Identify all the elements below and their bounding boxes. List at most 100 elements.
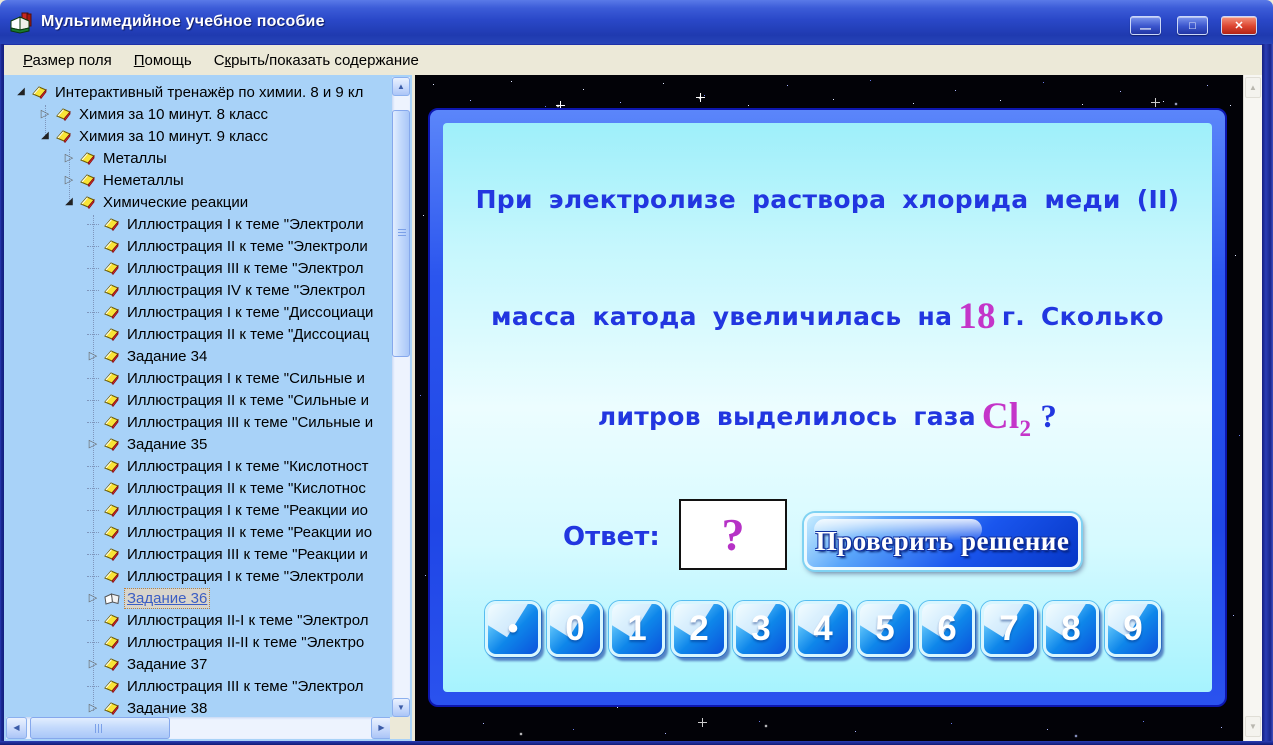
tree-item-label[interactable]: Интерактивный тренажёр по химии. 8 и 9 к… (53, 83, 365, 102)
tree-item-label[interactable]: Иллюстрация IV к теме "Электрол (125, 281, 367, 300)
tree-item-label[interactable]: Иллюстрация I к теме "Электроли (125, 215, 366, 234)
tree-item[interactable]: Иллюстрация I к теме "Электроли (6, 213, 390, 235)
tree-expander-icon[interactable]: ▷ (86, 437, 100, 451)
tree-item-label[interactable]: Иллюстрация III к теме "Электрол (125, 677, 366, 696)
tree-item-label[interactable]: Иллюстрация II к теме "Диссоциац (125, 325, 371, 344)
tree-item[interactable]: Иллюстрация II к теме "Реакции ио (6, 521, 390, 543)
tree-item-label[interactable]: Иллюстрация II к теме "Электроли (125, 237, 370, 256)
tree-item-label[interactable]: Химия за 10 минут. 8 класс (77, 105, 270, 124)
tree-expander-icon[interactable]: ▷ (86, 591, 100, 605)
scroll-down-button[interactable]: ▼ (1245, 716, 1261, 737)
stage-vertical-scrollbar[interactable]: ▲ ▼ (1243, 75, 1262, 741)
keypad-digit-0-button[interactable]: 0 (547, 601, 603, 657)
tree-item-label[interactable]: Иллюстрация I к теме "Сильные и (125, 369, 367, 388)
keypad-digit-1-button[interactable]: 1 (609, 601, 665, 657)
tree-expander-icon[interactable]: ▷ (86, 657, 100, 671)
answer-input[interactable]: ? (679, 499, 787, 570)
keypad-digit-2-button[interactable]: 2 (671, 601, 727, 657)
tree-vertical-scrollbar[interactable]: ▲ ▼ (392, 77, 410, 717)
tree-item-label[interactable]: Задание 35 (125, 435, 209, 454)
tree-item-label[interactable]: Задание 36 (123, 587, 211, 609)
tree-item[interactable]: Иллюстрация III к теме "Реакции и (6, 543, 390, 565)
tree-item-label[interactable]: Иллюстрация II к теме "Сильные и (125, 391, 371, 410)
tree-item[interactable]: ▷ Неметаллы (6, 169, 390, 191)
tree-item[interactable]: Иллюстрация II-II к теме "Электро (6, 631, 390, 653)
tree-item-label[interactable]: Задание 37 (125, 655, 209, 674)
tree-item[interactable]: Иллюстрация I к теме "Реакции ио (6, 499, 390, 521)
scroll-down-button[interactable]: ▼ (392, 698, 410, 717)
tree-expander-icon[interactable]: ◢ (62, 195, 76, 209)
tree-item-label[interactable]: Иллюстрация II-I к теме "Электрол (125, 611, 371, 630)
scroll-up-button[interactable]: ▲ (392, 77, 410, 96)
tree-item-label[interactable]: Иллюстрация II к теме "Реакции ио (125, 523, 374, 542)
keypad-digit-7-button[interactable]: 7 (981, 601, 1037, 657)
tree-item[interactable]: ◢ Химия за 10 минут. 9 класс (6, 125, 390, 147)
tree-item[interactable]: ▷ Металлы (6, 147, 390, 169)
tree-expander-icon[interactable]: ▷ (86, 701, 100, 715)
scroll-left-button[interactable]: ◀ (6, 717, 27, 739)
keypad-digit-5-button[interactable]: 5 (857, 601, 913, 657)
tree-item[interactable]: Иллюстрация III к теме "Сильные и (6, 411, 390, 433)
tree-item-label[interactable]: Иллюстрация II к теме "Кислотнос (125, 479, 368, 498)
tree-item-label[interactable]: Иллюстрация II-II к теме "Электро (125, 633, 366, 652)
tree-item-label[interactable]: Иллюстрация III к теме "Сильные и (125, 413, 375, 432)
tree-item[interactable]: ◢ Интерактивный тренажёр по химии. 8 и 9 … (6, 81, 390, 103)
tree-expander-icon[interactable]: ▷ (38, 107, 52, 121)
keypad-digit-3-button[interactable]: 3 (733, 601, 789, 657)
keypad-digit-9-button[interactable]: 9 (1105, 601, 1161, 657)
keypad-decimal-button[interactable]: • (485, 601, 541, 657)
tree-item-label[interactable]: Иллюстрация I к теме "Реакции ио (125, 501, 370, 520)
tree-item-label[interactable]: Металлы (101, 149, 169, 168)
tree-item-label[interactable]: Химия за 10 минут. 9 класс (77, 127, 270, 146)
maximize-button[interactable]: □ (1177, 16, 1208, 35)
tree-item[interactable]: Иллюстрация II к теме "Диссоциац (6, 323, 390, 345)
keypad-digit-6-button[interactable]: 6 (919, 601, 975, 657)
tree-item-label[interactable]: Неметаллы (101, 171, 186, 190)
menu-item-1[interactable]: Размер поля (12, 45, 123, 76)
title-bar[interactable]: Мультимедийное учебное пособие — □ ✕ (0, 0, 1273, 44)
tree-item[interactable]: ▷ Задание 38 (6, 697, 390, 716)
scroll-up-button[interactable]: ▲ (1245, 77, 1261, 98)
tree-item[interactable]: ▷ Задание 34 (6, 345, 390, 367)
horizontal-scroll-thumb[interactable] (30, 717, 170, 739)
tree-expander-icon[interactable]: ▷ (86, 349, 100, 363)
tree-item[interactable]: ◢ Химические реакции (6, 191, 390, 213)
tree-item[interactable]: ▷ Задание 35 (6, 433, 390, 455)
tree-item[interactable]: Иллюстрация I к теме "Кислотност (6, 455, 390, 477)
tree-item-label[interactable]: Иллюстрация I к теме "Диссоциаци (125, 303, 375, 322)
tree-item-label[interactable]: Задание 38 (125, 699, 209, 716)
keypad-digit-8-button[interactable]: 8 (1043, 601, 1099, 657)
tree-item-selected[interactable]: ▷ Задание 36 (6, 587, 390, 609)
tree-item[interactable]: ▷ Задание 37 (6, 653, 390, 675)
vertical-scroll-thumb[interactable] (392, 110, 410, 357)
tree-item-label[interactable]: Иллюстрация I к теме "Кислотност (125, 457, 371, 476)
tree-item[interactable]: Иллюстрация I к теме "Сильные и (6, 367, 390, 389)
tree-item-label[interactable]: Иллюстрация III к теме "Реакции и (125, 545, 370, 564)
tree-item[interactable]: Иллюстрация II к теме "Электроли (6, 235, 390, 257)
tree-item[interactable]: Иллюстрация III к теме "Электрол (6, 257, 390, 279)
tree-item[interactable]: Иллюстрация I к теме "Электроли (6, 565, 390, 587)
scroll-right-button[interactable]: ▶ (371, 717, 392, 739)
tree-expander-icon[interactable]: ◢ (38, 129, 52, 143)
tree-item-label[interactable]: Задание 34 (125, 347, 209, 366)
tree-expander-icon[interactable]: ▷ (62, 151, 76, 165)
minimize-button[interactable]: — (1130, 16, 1161, 35)
check-solution-button[interactable]: Проверить решение (804, 513, 1081, 570)
tree-item[interactable]: Иллюстрация IV к теме "Электрол (6, 279, 390, 301)
tree-item[interactable]: Иллюстрация II к теме "Сильные и (6, 389, 390, 411)
tree-item[interactable]: Иллюстрация II-I к теме "Электрол (6, 609, 390, 631)
tree-item[interactable]: Иллюстрация II к теме "Кислотнос (6, 477, 390, 499)
tree-item[interactable]: Иллюстрация I к теме "Диссоциаци (6, 301, 390, 323)
tree-item[interactable]: ▷ Химия за 10 минут. 8 класс (6, 103, 390, 125)
tree-item[interactable]: Иллюстрация III к теме "Электрол (6, 675, 390, 697)
menu-item-3[interactable]: Скрыть/показать содержание (203, 45, 430, 76)
tree-item-label[interactable]: Иллюстрация III к теме "Электрол (125, 259, 366, 278)
keypad-digit-4-button[interactable]: 4 (795, 601, 851, 657)
menu-item-2[interactable]: Помощь (123, 45, 203, 76)
tree-horizontal-scrollbar[interactable]: ◀ ▶ (6, 717, 392, 739)
tree-item-label[interactable]: Химические реакции (101, 193, 250, 212)
tree-expander-icon[interactable]: ▷ (62, 173, 76, 187)
close-button[interactable]: ✕ (1221, 16, 1257, 35)
tree-item-label[interactable]: Иллюстрация I к теме "Электроли (125, 567, 366, 586)
tree-expander-icon[interactable]: ◢ (14, 85, 28, 99)
